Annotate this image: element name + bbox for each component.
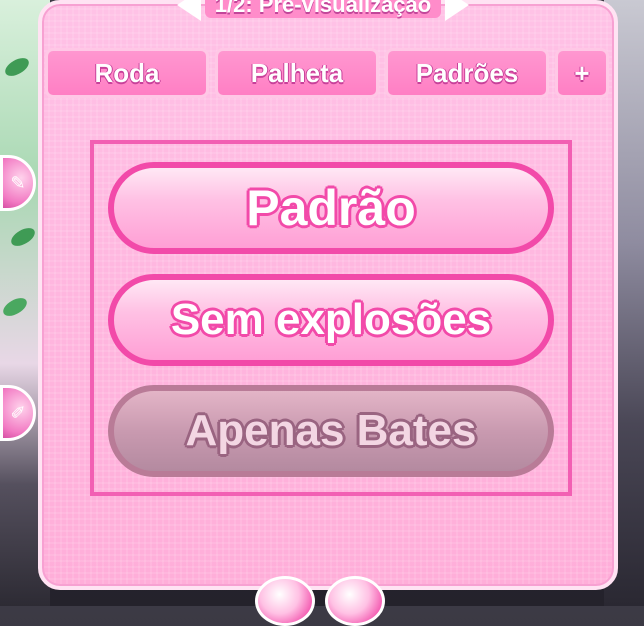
tab-roda[interactable]: Roda — [45, 48, 209, 98]
page-title: 1/2: Pré-visualização — [204, 0, 442, 18]
title-banner: 1/2: Pré-visualização — [108, 0, 538, 21]
prev-page-arrow-icon[interactable] — [176, 0, 201, 21]
pencil-icon: ✎ — [10, 172, 26, 194]
tab-padroes[interactable]: Padrões — [385, 48, 549, 98]
option-label: Sem explosões — [170, 295, 492, 344]
option-sem-explosoes-button[interactable]: Sem explosões — [108, 274, 554, 366]
tab-bar: Roda Palheta Padrões + — [45, 48, 609, 98]
brush-icon: ✐ — [10, 402, 26, 424]
bottom-bubble-button[interactable] — [325, 576, 385, 626]
option-padrao-button[interactable]: Padrão — [108, 162, 554, 254]
next-page-arrow-icon[interactable] — [445, 0, 470, 21]
option-apenas-bates-button[interactable]: Apenas Bates — [108, 385, 554, 477]
bottom-bubble-button[interactable] — [255, 576, 315, 626]
plus-icon: + — [574, 57, 590, 88]
tab-palheta[interactable]: Palheta — [215, 48, 379, 98]
add-tab-button[interactable]: + — [555, 48, 609, 98]
option-label: Padrão — [246, 180, 416, 236]
option-label: Apenas Bates — [185, 406, 477, 455]
